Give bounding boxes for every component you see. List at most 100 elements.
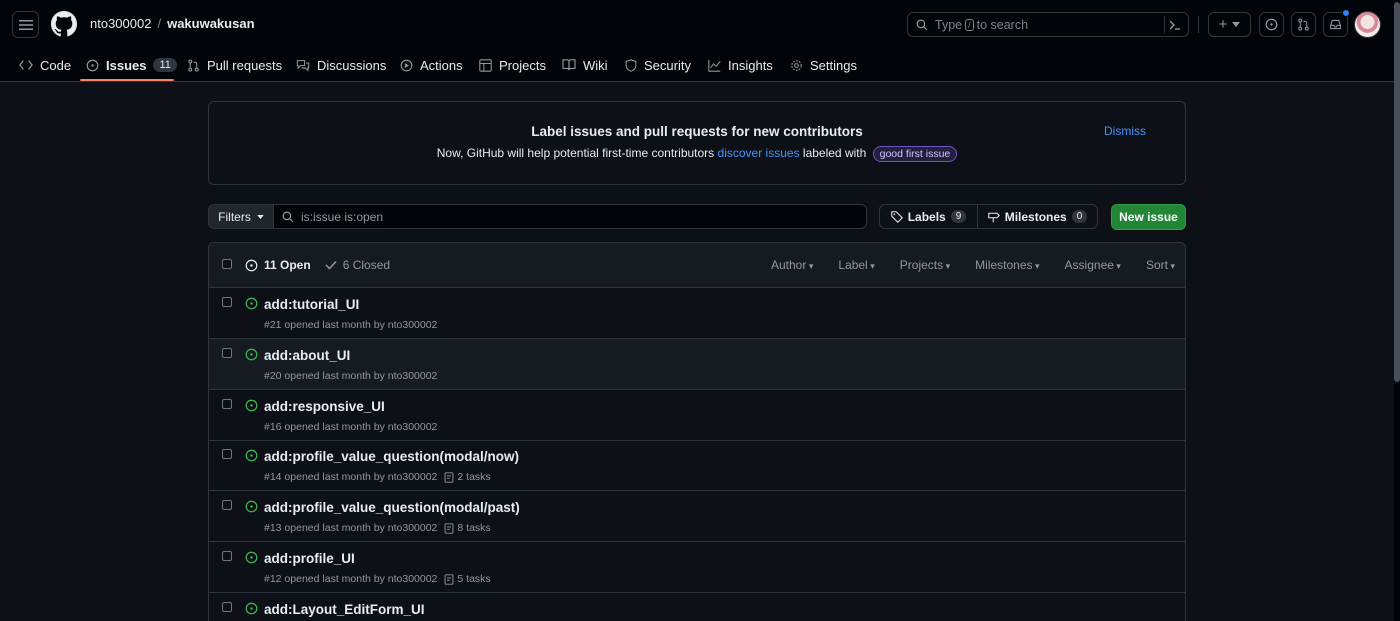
issue-meta: #16 opened last month by nto300002 — [264, 421, 437, 433]
active-tab-underline — [80, 79, 174, 81]
issue-checkbox[interactable] — [222, 602, 232, 612]
issue-opened-icon — [245, 449, 258, 462]
good-first-issue-label[interactable]: good first issue — [872, 146, 958, 162]
issue-meta-text: #20 opened last month by nto300002 — [264, 370, 438, 382]
issue-title-link[interactable]: add:profile_value_question(modal/now) — [264, 449, 519, 464]
task-count: 5 tasks — [457, 573, 491, 585]
tab-security[interactable]: Security — [625, 48, 691, 82]
select-all-checkbox[interactable] — [222, 259, 232, 269]
closed-issues-filter[interactable]: 6 Closed — [325, 258, 390, 272]
tab-insights[interactable]: Insights — [708, 48, 773, 82]
list-item[interactable]: add:profile_UI #12 opened last month by … — [209, 542, 1185, 593]
author-filter[interactable]: Author — [771, 258, 813, 272]
open-issues-filter[interactable]: 11 Open — [245, 258, 311, 272]
page-scrollbar[interactable] — [1394, 0, 1400, 621]
issue-meta-text: #21 opened last month by nto300002 — [264, 319, 438, 331]
tab-settings[interactable]: Settings — [790, 48, 857, 82]
breadcrumb: nto300002 / wakuwakusan — [90, 16, 255, 31]
issue-meta: #12 opened last month by nto300002 5 tas… — [264, 573, 491, 585]
search-placeholder-prefix: Type — [935, 17, 963, 32]
repo-nav: Code Issues 11 Pull requests Discussions… — [0, 48, 1400, 82]
hamburger-menu-button[interactable] — [12, 11, 39, 38]
tab-discussions[interactable]: Discussions — [296, 48, 386, 82]
repo-link[interactable]: wakuwakusan — [167, 16, 254, 31]
issue-checkbox[interactable] — [222, 500, 232, 510]
issue-title-link[interactable]: add:about_UI — [264, 348, 350, 363]
inbox-icon — [1330, 19, 1341, 30]
task-progress[interactable]: 8 tasks — [444, 522, 491, 534]
new-issue-button[interactable]: New issue — [1111, 204, 1186, 230]
avatar[interactable] — [1354, 11, 1381, 38]
scrollbar-thumb[interactable] — [1394, 2, 1400, 382]
task-count: 2 tasks — [457, 471, 491, 483]
command-palette-button[interactable] — [1164, 16, 1184, 33]
discover-issues-link[interactable]: discover issues — [718, 146, 800, 160]
search-input[interactable]: Type / to search — [907, 12, 1189, 37]
issue-title-link[interactable]: add:responsive_UI — [264, 399, 385, 414]
check-icon — [325, 260, 337, 270]
issue-checkbox[interactable] — [222, 348, 232, 358]
task-progress[interactable]: 5 tasks — [444, 573, 491, 585]
notification-indicator — [1342, 9, 1350, 17]
checklist-icon — [444, 522, 454, 534]
issue-opened-icon — [245, 602, 258, 615]
issue-opened-icon — [245, 259, 258, 271]
list-item[interactable]: add:Layout_EditForm_UI — [209, 593, 1185, 621]
tab-label: Pull requests — [207, 57, 283, 73]
pull-requests-shortcut-button[interactable] — [1291, 12, 1316, 37]
book-icon — [562, 59, 576, 71]
labels-button[interactable]: Labels 9 — [880, 205, 978, 228]
create-new-button[interactable]: + — [1208, 12, 1251, 37]
list-item[interactable]: add:about_UI #20 opened last month by nt… — [209, 339, 1185, 390]
breadcrumb-separator: / — [157, 16, 162, 31]
chevron-down-icon — [1232, 22, 1241, 27]
issue-title-link[interactable]: add:Layout_EditForm_UI — [264, 602, 425, 617]
list-item[interactable]: add:tutorial_UI #21 opened last month by… — [209, 288, 1185, 339]
issues-list: 11 Open 6 Closed Author Label Projects M… — [208, 242, 1186, 621]
tab-label: Security — [644, 57, 691, 73]
label-filter[interactable]: Label — [838, 258, 874, 272]
issue-checkbox[interactable] — [222, 399, 232, 409]
list-item[interactable]: add:responsive_UI #16 opened last month … — [209, 390, 1185, 441]
list-item[interactable]: add:profile_value_question(modal/now) #1… — [209, 440, 1185, 491]
task-progress[interactable]: 2 tasks — [444, 471, 491, 483]
tab-actions[interactable]: Actions — [400, 48, 463, 82]
list-item[interactable]: add:profile_value_question(modal/past) #… — [209, 491, 1185, 542]
issue-checkbox[interactable] — [222, 551, 232, 561]
issue-checkbox[interactable] — [222, 449, 232, 459]
milestones-filter[interactable]: Milestones — [975, 258, 1039, 272]
dismiss-button[interactable]: Dismiss — [1104, 124, 1146, 138]
tab-code[interactable]: Code — [19, 48, 71, 82]
tab-issues[interactable]: Issues 11 — [86, 48, 177, 82]
issue-title-link[interactable]: add:profile_value_question(modal/past) — [264, 500, 520, 515]
issue-search-input[interactable]: is:issue is:open — [273, 204, 867, 229]
issue-meta: #14 opened last month by nto300002 2 tas… — [264, 471, 491, 483]
assignee-filter[interactable]: Assignee — [1065, 258, 1121, 272]
filters-dropdown[interactable]: Filters — [208, 204, 274, 229]
tab-pull-requests[interactable]: Pull requests — [187, 48, 282, 82]
search-placeholder-suffix: to search — [976, 17, 1029, 32]
issue-checkbox[interactable] — [222, 297, 232, 307]
labels-label: Labels — [907, 209, 946, 224]
issue-title-link[interactable]: add:profile_UI — [264, 551, 355, 566]
tab-wiki[interactable]: Wiki — [562, 48, 608, 82]
banner-text: Now, GitHub will help potential first-ti… — [209, 146, 1185, 162]
issue-meta: #20 opened last month by nto300002 — [264, 370, 437, 382]
global-bar: nto300002 / wakuwakusan Type / to search… — [0, 0, 1400, 48]
git-pull-request-icon — [188, 58, 199, 72]
graph-icon — [708, 59, 721, 72]
milestones-button[interactable]: Milestones 0 — [978, 205, 1097, 228]
projects-filter[interactable]: Projects — [900, 258, 950, 272]
issue-meta-text: #16 opened last month by nto300002 — [264, 421, 438, 433]
owner-link[interactable]: nto300002 — [90, 16, 151, 31]
milestones-count-badge: 0 — [1071, 210, 1088, 223]
terminal-icon — [1169, 20, 1180, 30]
chevron-down-icon — [257, 214, 264, 219]
tab-projects[interactable]: Projects — [479, 48, 546, 82]
github-logo-icon — [51, 11, 77, 37]
github-logo-link[interactable] — [51, 11, 77, 37]
comment-discussion-icon — [296, 59, 310, 72]
sort-dropdown[interactable]: Sort — [1146, 258, 1175, 272]
issues-shortcut-button[interactable] — [1259, 12, 1284, 37]
issue-title-link[interactable]: add:tutorial_UI — [264, 297, 359, 312]
